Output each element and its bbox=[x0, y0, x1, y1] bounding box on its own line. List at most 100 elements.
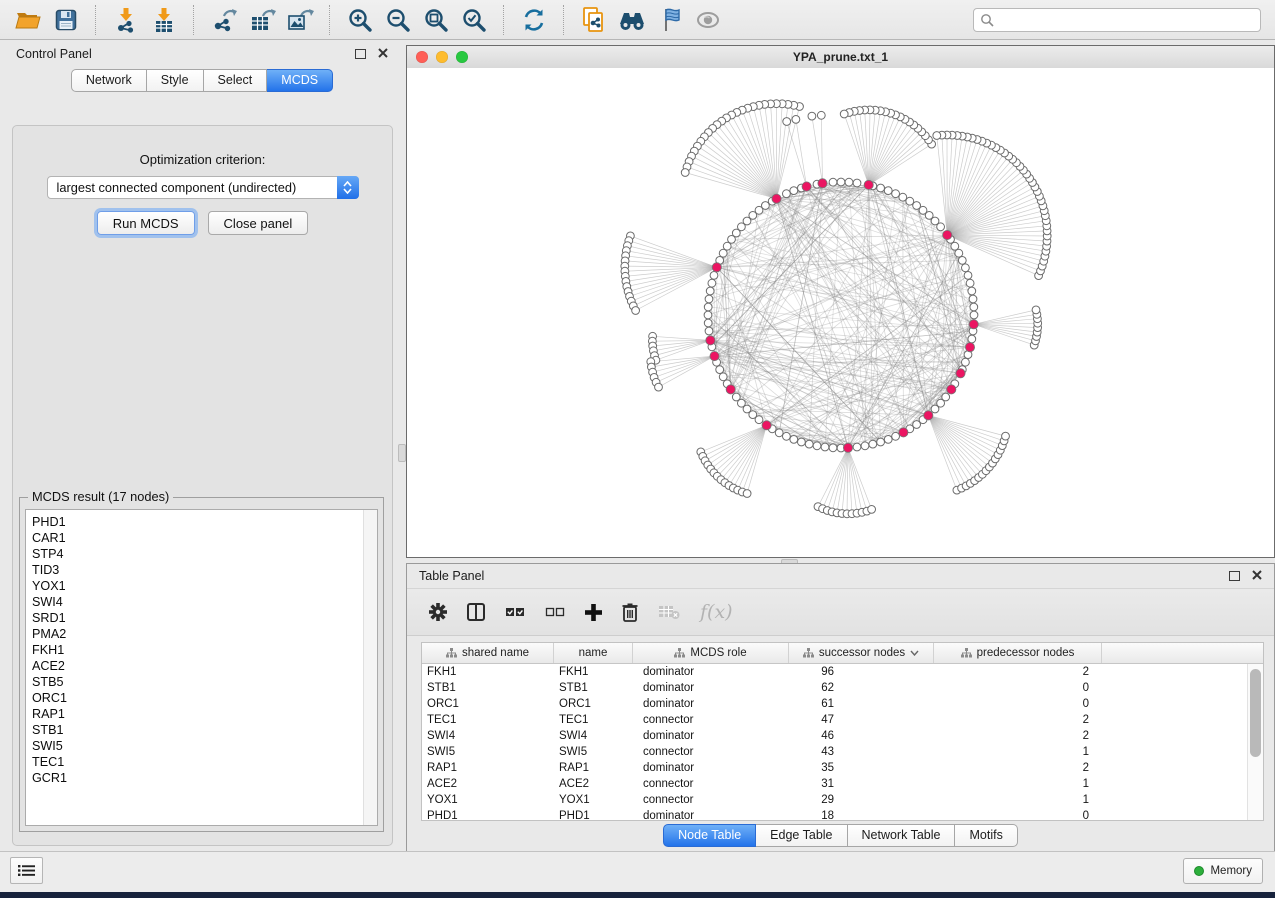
cell-name[interactable]: FKH1 bbox=[554, 666, 633, 678]
network-window-titlebar[interactable]: YPA_prune.txt_1 bbox=[407, 46, 1274, 69]
table-row[interactable]: ORC1ORC1dominator610 bbox=[422, 696, 1263, 712]
cell-mcds-role[interactable]: dominator bbox=[633, 698, 789, 710]
cell-mcds-role[interactable]: connector bbox=[633, 746, 789, 758]
cell-successor-nodes[interactable]: 62 bbox=[789, 682, 934, 694]
deselect-all-rows-icon[interactable] bbox=[545, 605, 565, 619]
table-scrollbar[interactable] bbox=[1247, 664, 1263, 820]
mcds-result-item[interactable]: CAR1 bbox=[32, 530, 377, 546]
cell-predecessor-nodes[interactable]: 2 bbox=[934, 666, 1102, 678]
cell-mcds-role[interactable]: dominator bbox=[633, 810, 789, 821]
float-panel-icon[interactable] bbox=[355, 49, 366, 59]
table-scrollbar-thumb[interactable] bbox=[1250, 669, 1261, 757]
cell-name[interactable]: TEC1 bbox=[554, 714, 633, 726]
table-row[interactable]: FKH1FKH1dominator962 bbox=[422, 664, 1263, 680]
mcds-result-item[interactable]: ORC1 bbox=[32, 690, 377, 706]
cell-name[interactable]: ACE2 bbox=[554, 778, 633, 790]
import-table-icon[interactable] bbox=[148, 4, 180, 36]
cell-predecessor-nodes[interactable]: 0 bbox=[934, 810, 1102, 821]
close-panel-icon[interactable] bbox=[378, 47, 388, 61]
cell-mcds-role[interactable]: connector bbox=[633, 794, 789, 806]
cell-shared-name[interactable]: SWI5 bbox=[422, 746, 554, 758]
cell-successor-nodes[interactable]: 43 bbox=[789, 746, 934, 758]
cell-successor-nodes[interactable]: 47 bbox=[789, 714, 934, 726]
vertical-splitter-handle[interactable] bbox=[398, 444, 406, 462]
optimization-criterion-select[interactable]: largest connected component (undirected) bbox=[47, 176, 359, 199]
tab-style[interactable]: Style bbox=[147, 69, 204, 92]
cell-name[interactable]: RAP1 bbox=[554, 762, 633, 774]
column-header-successor-nodes[interactable]: successor nodes bbox=[789, 643, 934, 663]
select-all-rows-icon[interactable] bbox=[505, 605, 525, 619]
cell-mcds-role[interactable]: dominator bbox=[633, 730, 789, 742]
tab-network-table[interactable]: Network Table bbox=[848, 824, 956, 847]
zoom-fit-icon[interactable] bbox=[420, 4, 452, 36]
mcds-result-item[interactable]: GCR1 bbox=[32, 770, 377, 786]
close-panel-button[interactable]: Close panel bbox=[208, 211, 309, 235]
mcds-list-scrollbar[interactable] bbox=[363, 510, 377, 825]
mcds-result-item[interactable]: STP4 bbox=[32, 546, 377, 562]
cell-mcds-role[interactable]: dominator bbox=[633, 666, 789, 678]
show-all-icon[interactable] bbox=[692, 4, 724, 36]
mcds-result-item[interactable]: STB1 bbox=[32, 722, 377, 738]
delete-table-icon[interactable] bbox=[658, 604, 680, 620]
cell-predecessor-nodes[interactable]: 2 bbox=[934, 730, 1102, 742]
hide-selected-icon[interactable] bbox=[654, 4, 686, 36]
cell-shared-name[interactable]: ACE2 bbox=[422, 778, 554, 790]
cell-successor-nodes[interactable]: 31 bbox=[789, 778, 934, 790]
table-row[interactable]: PHD1PHD1dominator180 bbox=[422, 808, 1263, 821]
mcds-result-item[interactable]: SRD1 bbox=[32, 610, 377, 626]
network-graph[interactable] bbox=[407, 68, 1274, 557]
table-settings-icon[interactable] bbox=[429, 603, 447, 621]
tab-node-table[interactable]: Node Table bbox=[663, 824, 756, 847]
cell-shared-name[interactable]: PHD1 bbox=[422, 810, 554, 821]
network-canvas[interactable] bbox=[407, 68, 1274, 557]
mcds-result-list[interactable]: PHD1CAR1STP4TID3YOX1SWI4SRD1PMA2FKH1ACE2… bbox=[25, 509, 378, 826]
first-neighbors-icon[interactable] bbox=[616, 4, 648, 36]
mcds-result-item[interactable]: RAP1 bbox=[32, 706, 377, 722]
cell-successor-nodes[interactable]: 29 bbox=[789, 794, 934, 806]
cell-shared-name[interactable]: SWI4 bbox=[422, 730, 554, 742]
tab-select[interactable]: Select bbox=[204, 69, 268, 92]
tab-mcds[interactable]: MCDS bbox=[267, 69, 333, 92]
mcds-result-item[interactable]: FKH1 bbox=[32, 642, 377, 658]
mcds-result-item[interactable]: YOX1 bbox=[32, 578, 377, 594]
cell-shared-name[interactable]: YOX1 bbox=[422, 794, 554, 806]
cell-predecessor-nodes[interactable]: 1 bbox=[934, 794, 1102, 806]
cell-mcds-role[interactable]: dominator bbox=[633, 682, 789, 694]
export-image-icon[interactable] bbox=[284, 4, 316, 36]
task-history-button[interactable] bbox=[10, 857, 43, 884]
save-session-icon[interactable] bbox=[50, 4, 82, 36]
apply-layout-icon[interactable] bbox=[518, 4, 550, 36]
tab-network[interactable]: Network bbox=[71, 69, 147, 92]
cell-predecessor-nodes[interactable]: 1 bbox=[934, 746, 1102, 758]
delete-columns-icon[interactable] bbox=[622, 603, 638, 622]
open-file-icon[interactable] bbox=[12, 4, 44, 36]
search-input[interactable] bbox=[973, 8, 1261, 32]
tab-edge-table[interactable]: Edge Table bbox=[756, 824, 847, 847]
cell-predecessor-nodes[interactable]: 1 bbox=[934, 778, 1102, 790]
cell-shared-name[interactable]: FKH1 bbox=[422, 666, 554, 678]
column-header-shared-name[interactable]: shared name bbox=[422, 643, 554, 663]
table-row[interactable]: RAP1RAP1dominator352 bbox=[422, 760, 1263, 776]
cell-shared-name[interactable]: STB1 bbox=[422, 682, 554, 694]
cell-successor-nodes[interactable]: 46 bbox=[789, 730, 934, 742]
mcds-result-item[interactable]: STB5 bbox=[32, 674, 377, 690]
network-from-selection-icon[interactable] bbox=[578, 4, 610, 36]
table-row[interactable]: SWI5SWI5connector431 bbox=[422, 744, 1263, 760]
cell-shared-name[interactable]: TEC1 bbox=[422, 714, 554, 726]
mcds-result-item[interactable]: ACE2 bbox=[32, 658, 377, 674]
mcds-result-item[interactable]: PMA2 bbox=[32, 626, 377, 642]
column-header-predecessor-nodes[interactable]: predecessor nodes bbox=[934, 643, 1102, 663]
cell-name[interactable]: YOX1 bbox=[554, 794, 633, 806]
mcds-result-item[interactable]: PHD1 bbox=[32, 514, 377, 530]
export-network-icon[interactable] bbox=[208, 4, 240, 36]
cell-name[interactable]: STB1 bbox=[554, 682, 633, 694]
close-window-icon[interactable] bbox=[416, 51, 428, 63]
tab-motifs[interactable]: Motifs bbox=[955, 824, 1017, 847]
zoom-in-icon[interactable] bbox=[344, 4, 376, 36]
table-row[interactable]: STB1STB1dominator620 bbox=[422, 680, 1263, 696]
table-row[interactable]: ACE2ACE2connector311 bbox=[422, 776, 1263, 792]
cell-successor-nodes[interactable]: 35 bbox=[789, 762, 934, 774]
cell-mcds-role[interactable]: connector bbox=[633, 714, 789, 726]
cell-predecessor-nodes[interactable]: 2 bbox=[934, 714, 1102, 726]
maximize-window-icon[interactable] bbox=[456, 51, 468, 63]
